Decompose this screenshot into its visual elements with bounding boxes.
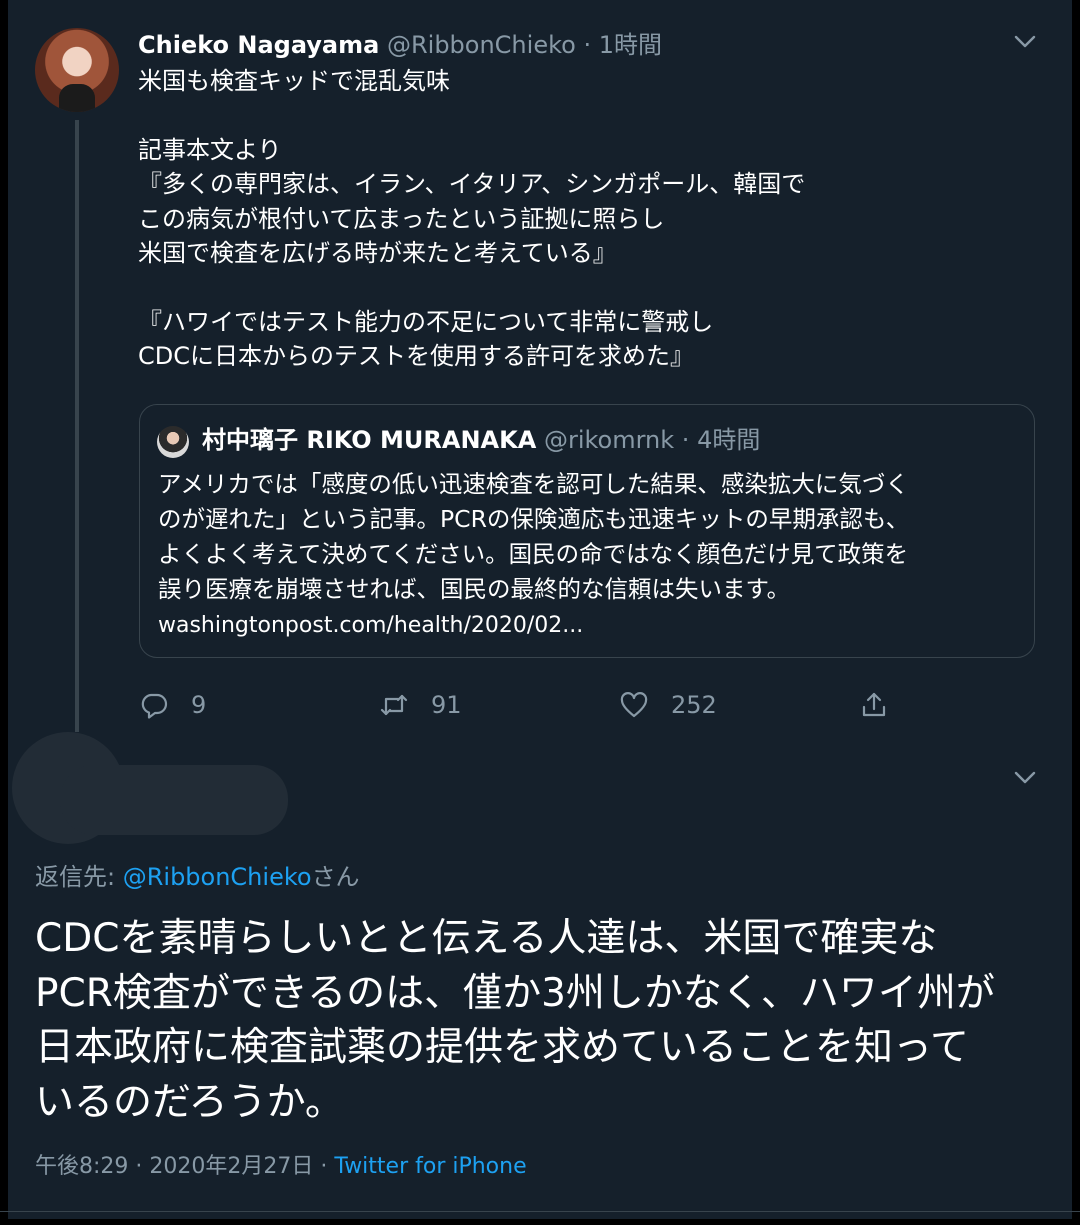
meta-separator: · <box>135 1154 143 1179</box>
retweet-count: 91 <box>431 691 462 719</box>
quoted-header-separator: · <box>681 426 690 454</box>
meta-separator: · <box>320 1154 328 1179</box>
tweet-text: 米国も検査キッドで混乱気味 記事本文より 『多くの専門家は、イラン、イタリア、シ… <box>138 67 806 371</box>
quoted-tweet-link[interactable]: washingtonpost.com/health/2020/02... <box>158 609 583 643</box>
like-button[interactable]: 252 <box>619 688 717 722</box>
chevron-down-icon[interactable] <box>1014 35 1036 49</box>
divider <box>0 1211 1080 1212</box>
reply-tweet-date: 2020年2月27日 <box>149 1154 314 1179</box>
reply-icon <box>141 693 168 719</box>
replying-to-mention[interactable]: @RibbonChieko <box>123 863 312 891</box>
author-name[interactable]: Chieko Nagayama <box>138 31 379 59</box>
retweet-icon <box>380 694 408 716</box>
tweet-time[interactable]: 1時間 <box>599 31 662 59</box>
share-button[interactable] <box>859 688 911 722</box>
quoted-author-handle: @rikomrnk <box>543 426 675 454</box>
author-handle[interactable]: @RibbonChieko <box>387 31 576 59</box>
replying-to: 返信先: @RibbonChiekoさん <box>35 860 360 894</box>
reply-button[interactable]: 9 <box>139 688 206 722</box>
quoted-tweet-text: アメリカでは「感度の低い迅速検査を認可した結果、感染拡大に気づく のが遅れた」と… <box>158 470 910 603</box>
quoted-tweet-header: 村中璃子 RIKO MURANAKA @rikomrnk · 4時間 <box>202 423 760 457</box>
chevron-down-icon[interactable] <box>1014 771 1036 785</box>
reply-author-name-redacted <box>60 765 288 835</box>
reply-tweet-meta: 午後8:29 · 2020年2月27日 · Twitter for iPhone <box>35 1150 527 1184</box>
reply-tweet-text: CDCを素晴らしいとと伝える人達は、米国で確実な PCR検査ができるのは、僅か3… <box>35 916 995 1125</box>
quoted-tweet-card[interactable]: 村中璃子 RIKO MURANAKA @rikomrnk · 4時間 アメリカで… <box>139 404 1035 658</box>
replying-to-suffix: さん <box>311 863 360 891</box>
frame-edge-left <box>0 0 8 1225</box>
quoted-tweet-time: 4時間 <box>697 426 761 454</box>
tweet-header: Chieko Nagayama @RibbonChieko · 1時間 <box>138 28 662 62</box>
frame-edge-right <box>1072 0 1080 1225</box>
like-icon <box>620 692 648 718</box>
thread-connector-line <box>75 120 79 732</box>
header-separator: · <box>583 31 592 59</box>
reply-tweet-time: 午後8:29 <box>35 1154 129 1179</box>
retweet-button[interactable]: 91 <box>379 688 462 722</box>
reply-tweet-source[interactable]: Twitter for iPhone <box>334 1154 526 1179</box>
share-icon <box>862 692 886 717</box>
like-count: 252 <box>671 691 717 719</box>
replying-to-label: 返信先: <box>35 863 123 891</box>
bottom-edge <box>0 1219 1080 1225</box>
author-avatar[interactable] <box>35 28 119 112</box>
quoted-author-name: 村中璃子 RIKO MURANAKA <box>202 426 537 454</box>
quoted-author-avatar <box>157 426 189 458</box>
reply-count: 9 <box>191 691 207 719</box>
